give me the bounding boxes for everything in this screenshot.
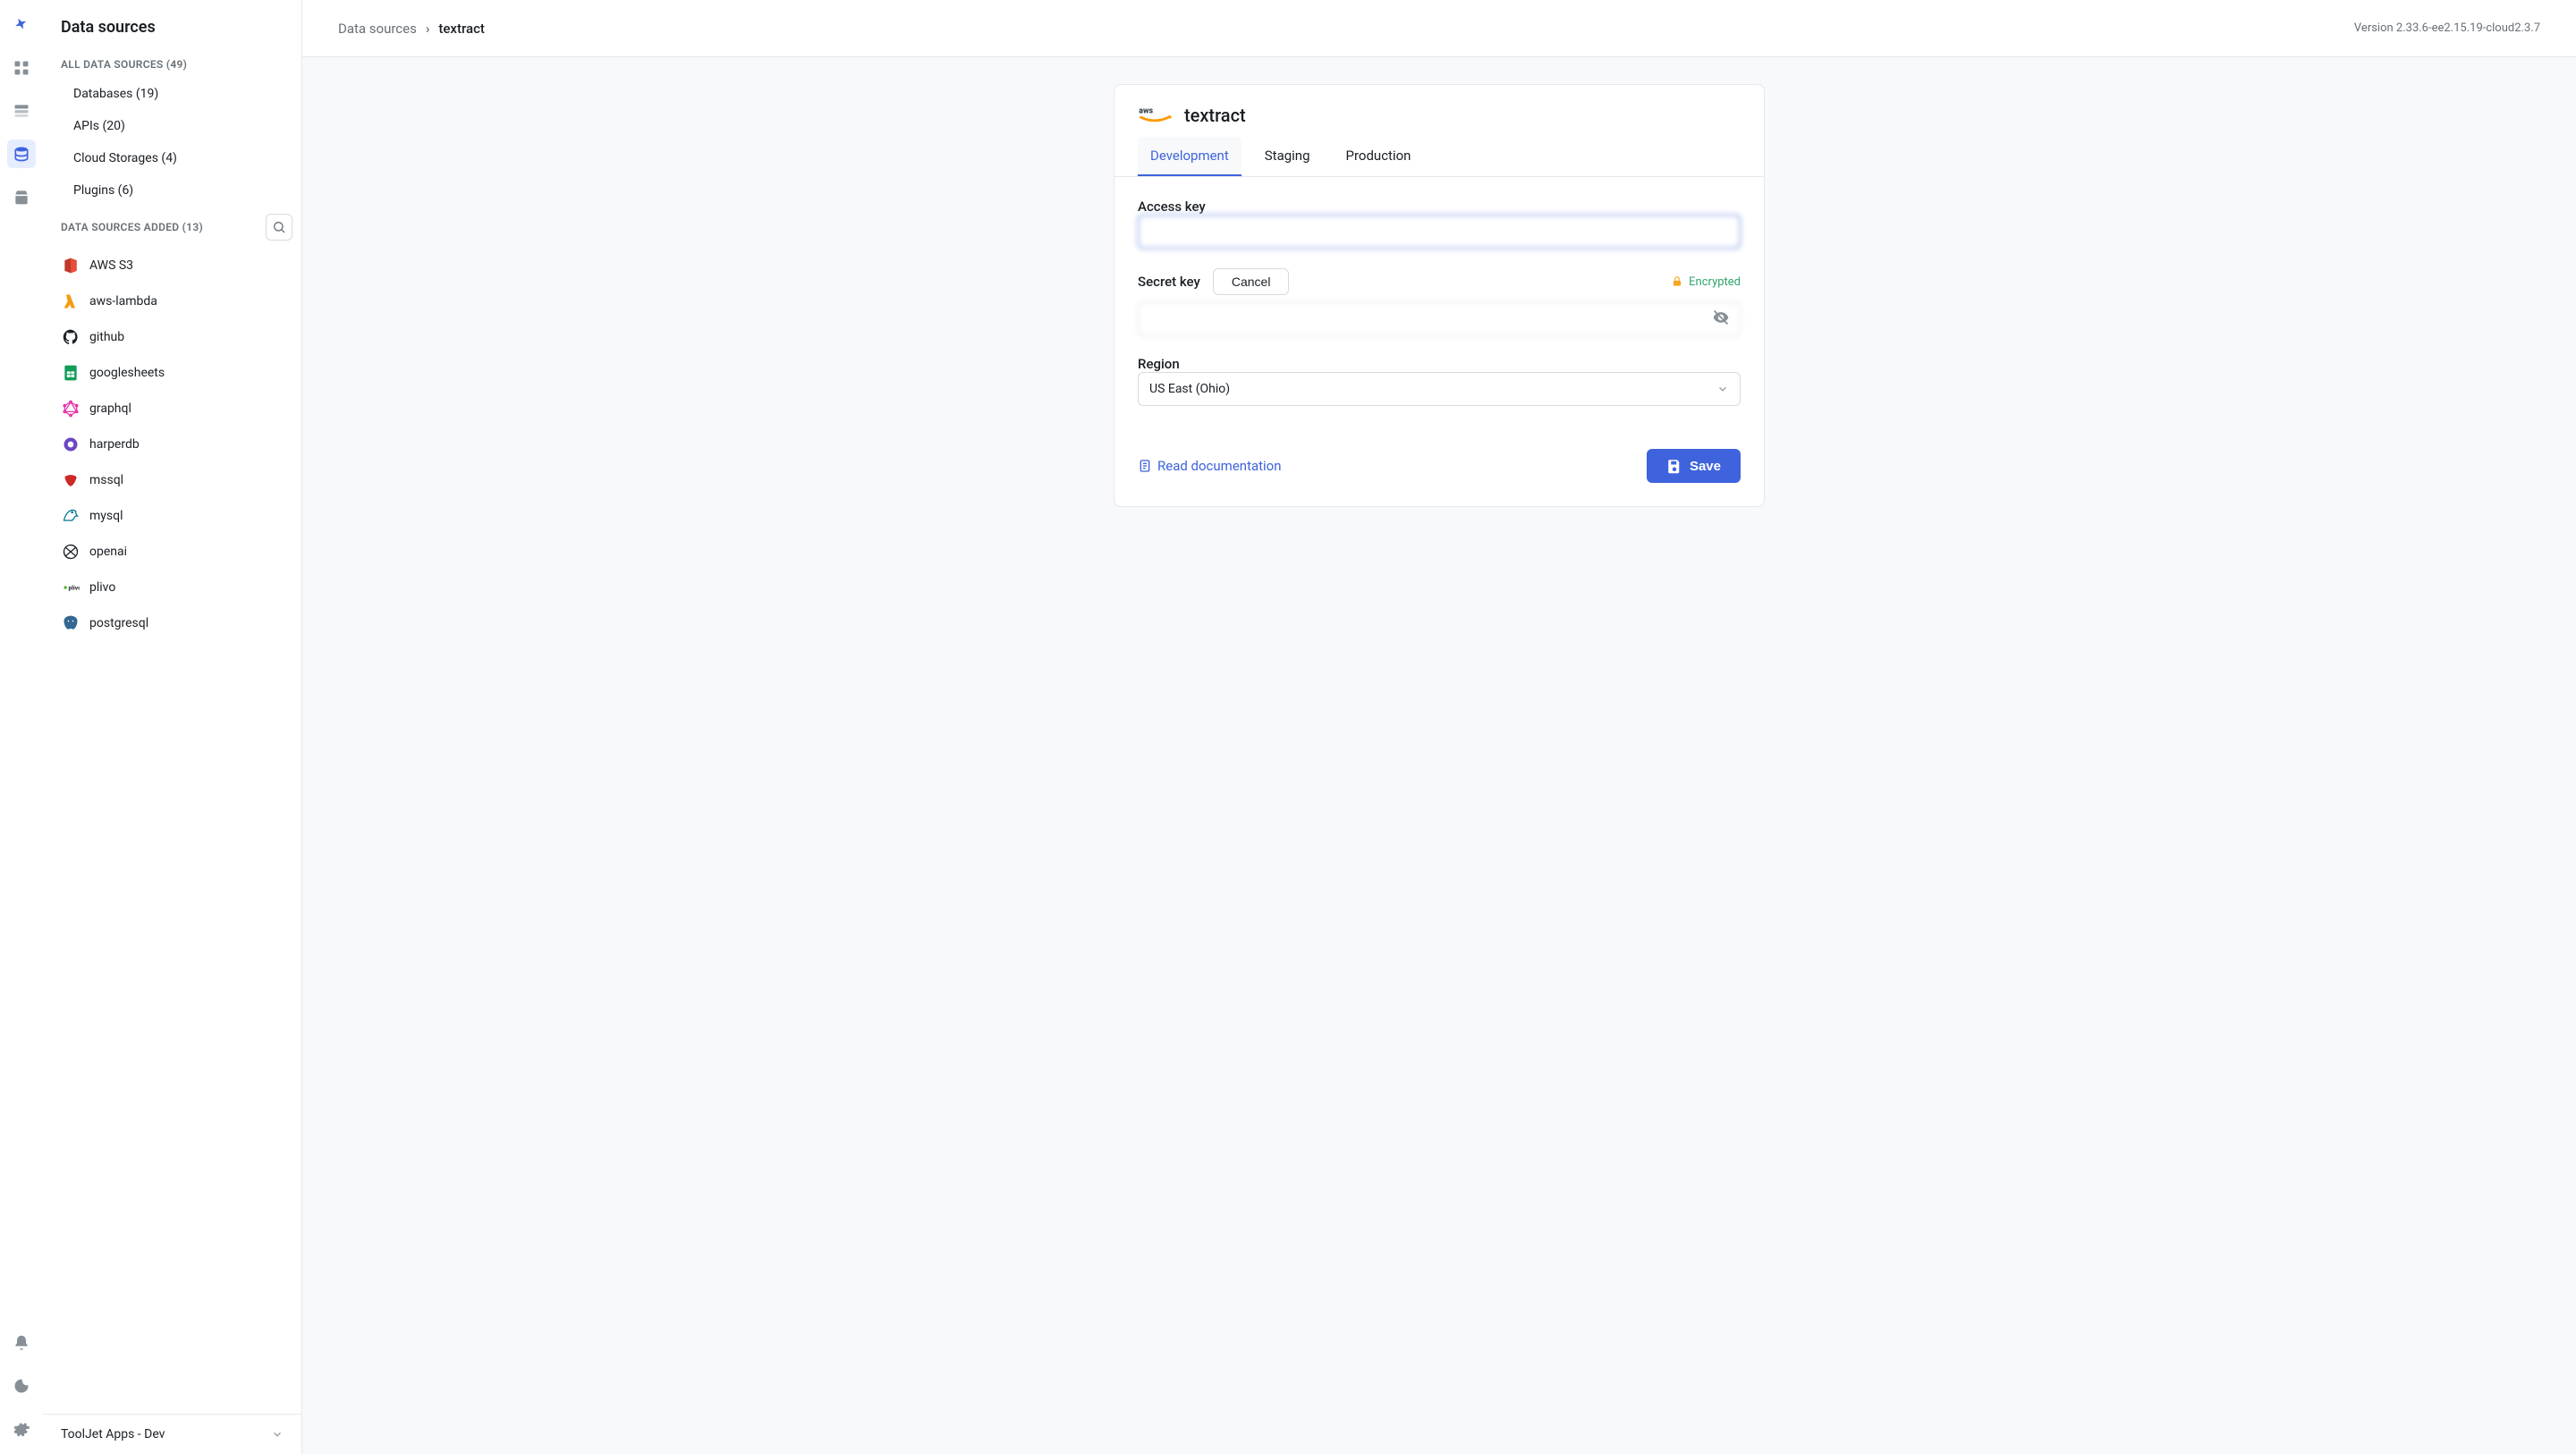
cancel-button[interactable]: Cancel — [1213, 268, 1290, 295]
added-datasources-label: DATA SOURCES ADDED (13) — [61, 221, 203, 233]
region-value: US East (Ohio) — [1149, 382, 1230, 396]
ds-item-github[interactable]: github — [50, 319, 294, 355]
plivo-icon: plivo — [61, 578, 80, 597]
workspace-switcher[interactable]: ToolJet Apps - Dev — [43, 1414, 301, 1454]
ds-item-label: openai — [89, 545, 127, 559]
sidebar-title: Data sources — [61, 18, 284, 37]
mssql-icon — [61, 470, 80, 490]
tables-icon[interactable] — [7, 97, 36, 125]
ds-item-graphql[interactable]: graphql — [50, 391, 294, 427]
ds-item-label: graphql — [89, 402, 131, 416]
ds-item-label: AWS S3 — [89, 258, 133, 273]
encrypted-badge: Encrypted — [1671, 275, 1741, 289]
category-apis[interactable]: APIs (20) — [50, 110, 294, 142]
breadcrumb-root[interactable]: Data sources — [338, 21, 417, 37]
ds-item-harperdb[interactable]: harperdb — [50, 427, 294, 462]
postgresql-icon — [61, 613, 80, 633]
nav-rail — [0, 0, 43, 1454]
ds-item-mysql[interactable]: mysql — [50, 498, 294, 534]
region-label: Region — [1138, 356, 1741, 372]
datasource-title: textract — [1184, 105, 1246, 126]
datasources-icon[interactable] — [7, 139, 36, 168]
ds-item-aws-lambda[interactable]: aws-lambda — [50, 283, 294, 319]
ds-item-label: github — [89, 330, 124, 344]
save-icon — [1666, 458, 1682, 474]
aws-lambda-icon — [61, 292, 80, 311]
github-icon — [61, 327, 80, 347]
aws-logo-icon: aws — [1138, 105, 1172, 126]
svg-text:aws: aws — [1139, 106, 1153, 115]
tab-staging[interactable]: Staging — [1252, 137, 1323, 176]
access-key-label: Access key — [1138, 199, 1741, 215]
breadcrumb-separator: › — [426, 21, 430, 37]
ds-item-aws-s3[interactable]: AWS S3 — [50, 248, 294, 283]
googlesheets-icon — [61, 363, 80, 383]
openai-icon — [61, 542, 80, 562]
breadcrumb: Data sources › textract — [338, 21, 485, 37]
sidebar: Data sources ALL DATA SOURCES (49) Datab… — [43, 0, 302, 1454]
secret-key-label: Secret key — [1138, 274, 1200, 290]
ds-item-label: aws-lambda — [89, 294, 157, 309]
logo-icon[interactable] — [7, 11, 36, 39]
aws-s3-icon — [61, 256, 80, 275]
document-icon — [1138, 459, 1152, 473]
toggle-visibility-icon[interactable] — [1712, 309, 1730, 330]
apps-icon[interactable] — [7, 54, 36, 82]
environment-tabs: Development Staging Production — [1114, 137, 1764, 177]
secret-key-input[interactable] — [1138, 302, 1741, 336]
ds-item-label: mssql — [89, 473, 123, 487]
notifications-icon[interactable] — [7, 1329, 36, 1357]
ds-item-openai[interactable]: openai — [50, 534, 294, 570]
tab-development[interactable]: Development — [1138, 137, 1241, 176]
mysql-icon — [61, 506, 80, 526]
ds-item-postgresql[interactable]: postgresql — [50, 605, 294, 641]
ds-item-mssql[interactable]: mssql — [50, 462, 294, 498]
graphql-icon — [61, 399, 80, 418]
ds-item-label: mysql — [89, 509, 123, 523]
region-select[interactable]: US East (Ohio) — [1138, 372, 1741, 406]
topbar: Data sources › textract Version 2.33.6-e… — [302, 0, 2576, 57]
ds-item-label: googlesheets — [89, 366, 165, 380]
ds-item-label: plivo — [89, 580, 115, 595]
main-area: Data sources › textract Version 2.33.6-e… — [302, 0, 2576, 1454]
ds-item-plivo[interactable]: plivo plivo — [50, 570, 294, 605]
harperdb-icon — [61, 435, 80, 454]
category-cloud-storages[interactable]: Cloud Storages (4) — [50, 142, 294, 174]
tab-production[interactable]: Production — [1334, 137, 1424, 176]
lock-icon — [1671, 275, 1683, 288]
chevron-down-icon — [1716, 383, 1729, 395]
datasource-form-card: aws textract Development Staging Product… — [1114, 84, 1765, 507]
settings-icon[interactable] — [7, 1415, 36, 1443]
ds-item-label: postgresql — [89, 616, 148, 630]
version-label: Version 2.33.6-ee2.15.19-cloud2.3.7 — [2354, 21, 2540, 35]
access-key-input[interactable] — [1138, 215, 1741, 249]
theme-icon[interactable] — [7, 1372, 36, 1400]
all-datasources-label: ALL DATA SOURCES (49) — [50, 47, 294, 78]
marketplace-icon[interactable] — [7, 182, 36, 211]
ds-item-googlesheets[interactable]: googlesheets — [50, 355, 294, 391]
category-databases[interactable]: Databases (19) — [50, 78, 294, 110]
chevron-down-icon — [271, 1428, 284, 1441]
breadcrumb-current: textract — [438, 21, 485, 37]
svg-text:plivo: plivo — [69, 585, 80, 592]
workspace-name: ToolJet Apps - Dev — [61, 1427, 165, 1441]
search-datasources-button[interactable] — [266, 214, 292, 241]
ds-item-label: harperdb — [89, 437, 140, 452]
save-button[interactable]: Save — [1647, 449, 1741, 483]
category-plugins[interactable]: Plugins (6) — [50, 174, 294, 207]
read-documentation-link[interactable]: Read documentation — [1138, 458, 1282, 474]
